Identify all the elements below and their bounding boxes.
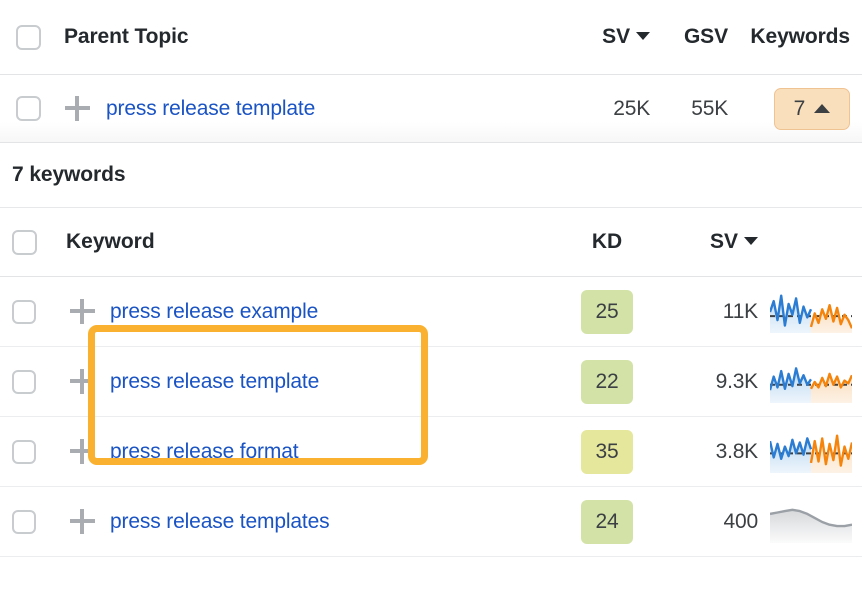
sv-cell: 9.3K: [650, 370, 770, 394]
kd-badge: 35: [581, 429, 633, 474]
parent-gsv-cell: 55K: [650, 97, 728, 121]
select-all-keywords-checkbox[interactable]: [12, 229, 37, 255]
sv-value: 9.3K: [715, 369, 759, 393]
keyword-explorer-table: Parent Topic SV GSV Keywords press relea…: [0, 0, 862, 557]
keyword-cell: press release format: [104, 440, 564, 464]
kd-badge: 22: [581, 359, 633, 404]
keyword-cell: press release templates: [104, 510, 564, 534]
keyword-header-label: Keyword: [66, 230, 155, 253]
parent-topic-header-label: Parent Topic: [64, 25, 189, 48]
sv-trend-sparkline: [770, 508, 852, 543]
keyword-sv-header-label: SV: [709, 230, 738, 253]
trend-cell: [770, 431, 862, 473]
kd-cell: 22: [564, 359, 650, 404]
caret-up-icon: [814, 104, 831, 113]
table-row[interactable]: press release template 22 9.3K: [0, 347, 862, 417]
sv-cell: 3.8K: [650, 440, 770, 464]
trend-cell: [770, 501, 862, 543]
row-checkbox-cell[interactable]: [0, 299, 60, 324]
parent-row-checkbox[interactable]: [15, 96, 41, 121]
kd-cell: 24: [564, 499, 650, 544]
parent-topic-header-row: Parent Topic SV GSV Keywords: [0, 0, 862, 75]
parent-gsv-header-label: GSV: [683, 25, 728, 48]
row-checkbox-cell[interactable]: [0, 509, 60, 534]
row-checkbox-cell[interactable]: [0, 369, 60, 394]
plus-icon[interactable]: [64, 96, 90, 121]
keywords-count-toggle-button[interactable]: 7: [774, 87, 850, 130]
sv-value: 3.8K: [715, 439, 759, 463]
parent-gsv-column-header[interactable]: GSV: [650, 25, 728, 49]
kd-cell: 35: [564, 429, 650, 474]
kd-badge: 24: [581, 499, 633, 544]
trend-cell: [770, 361, 862, 403]
row-checkbox[interactable]: [12, 509, 36, 534]
parent-row-add-cell[interactable]: [56, 96, 98, 121]
parent-topic-link[interactable]: press release template: [106, 97, 315, 120]
keyword-header-checkbox-cell[interactable]: [0, 229, 60, 255]
parent-sv-cell: 25K: [558, 97, 650, 121]
caret-down-icon: [636, 32, 650, 40]
table-row[interactable]: press release example 25 11K: [0, 277, 862, 347]
trend-cell: [770, 291, 862, 333]
row-checkbox[interactable]: [12, 299, 36, 324]
parent-header-checkbox-cell[interactable]: [0, 24, 56, 50]
keyword-header-row: Keyword KD SV: [0, 207, 862, 277]
row-add-cell[interactable]: [60, 439, 104, 464]
parent-keywords-cell: 7: [728, 87, 862, 130]
sv-cell: 11K: [650, 300, 770, 324]
parent-topic-cell: press release template: [98, 97, 558, 121]
row-add-cell[interactable]: [60, 509, 104, 534]
parent-topic-row[interactable]: press release template 25K 55K 7: [0, 75, 862, 143]
table-row[interactable]: press release format 35 3.8K: [0, 417, 862, 487]
parent-gsv-value: 55K: [691, 96, 728, 120]
keyword-rows-container: press release example 25 11K press release …: [0, 277, 862, 557]
sv-cell: 400: [650, 510, 770, 534]
parent-keywords-header-label: Keywords: [750, 25, 850, 48]
keyword-cell: press release template: [104, 370, 564, 394]
select-all-parents-checkbox[interactable]: [15, 24, 41, 50]
plus-icon[interactable]: [69, 439, 95, 464]
plus-icon[interactable]: [69, 509, 95, 534]
caret-down-icon: [744, 237, 758, 245]
row-checkbox[interactable]: [12, 369, 36, 394]
sv-trend-sparkline: [770, 294, 852, 333]
row-add-cell[interactable]: [60, 299, 104, 324]
keyword-link[interactable]: press release templates: [110, 510, 330, 533]
kd-badge: 25: [581, 289, 633, 334]
parent-topic-column-header[interactable]: Parent Topic: [56, 25, 558, 49]
parent-keywords-column-header[interactable]: Keywords: [728, 25, 862, 49]
kd-header-label: KD: [591, 230, 623, 253]
sv-value: 11K: [722, 299, 758, 323]
kd-cell: 25: [564, 289, 650, 334]
plus-icon[interactable]: [69, 299, 95, 324]
row-add-cell[interactable]: [60, 369, 104, 394]
row-checkbox-cell[interactable]: [0, 439, 60, 464]
keywords-section-title: 7 keywords: [0, 143, 862, 207]
keywords-count-value: 7: [793, 96, 806, 120]
parent-sv-column-header[interactable]: SV: [558, 25, 650, 49]
parent-sv-header-label: SV: [602, 25, 630, 48]
plus-icon[interactable]: [69, 369, 95, 394]
table-row[interactable]: press release templates 24 400: [0, 487, 862, 557]
keyword-link[interactable]: press release template: [110, 370, 319, 393]
parent-row-checkbox-cell[interactable]: [0, 96, 56, 121]
row-checkbox[interactable]: [12, 439, 36, 464]
sv-trend-sparkline: [770, 434, 852, 473]
sv-value: 400: [723, 509, 759, 533]
keyword-sv-column-header[interactable]: SV: [650, 230, 770, 254]
keyword-link[interactable]: press release example: [110, 300, 318, 323]
keyword-column-header[interactable]: Keyword: [60, 230, 564, 254]
kd-column-header[interactable]: KD: [564, 230, 650, 254]
keyword-link[interactable]: press release format: [110, 440, 299, 463]
parent-sv-value: 25K: [613, 96, 650, 120]
sv-trend-sparkline: [770, 366, 852, 403]
keyword-cell: press release example: [104, 300, 564, 324]
